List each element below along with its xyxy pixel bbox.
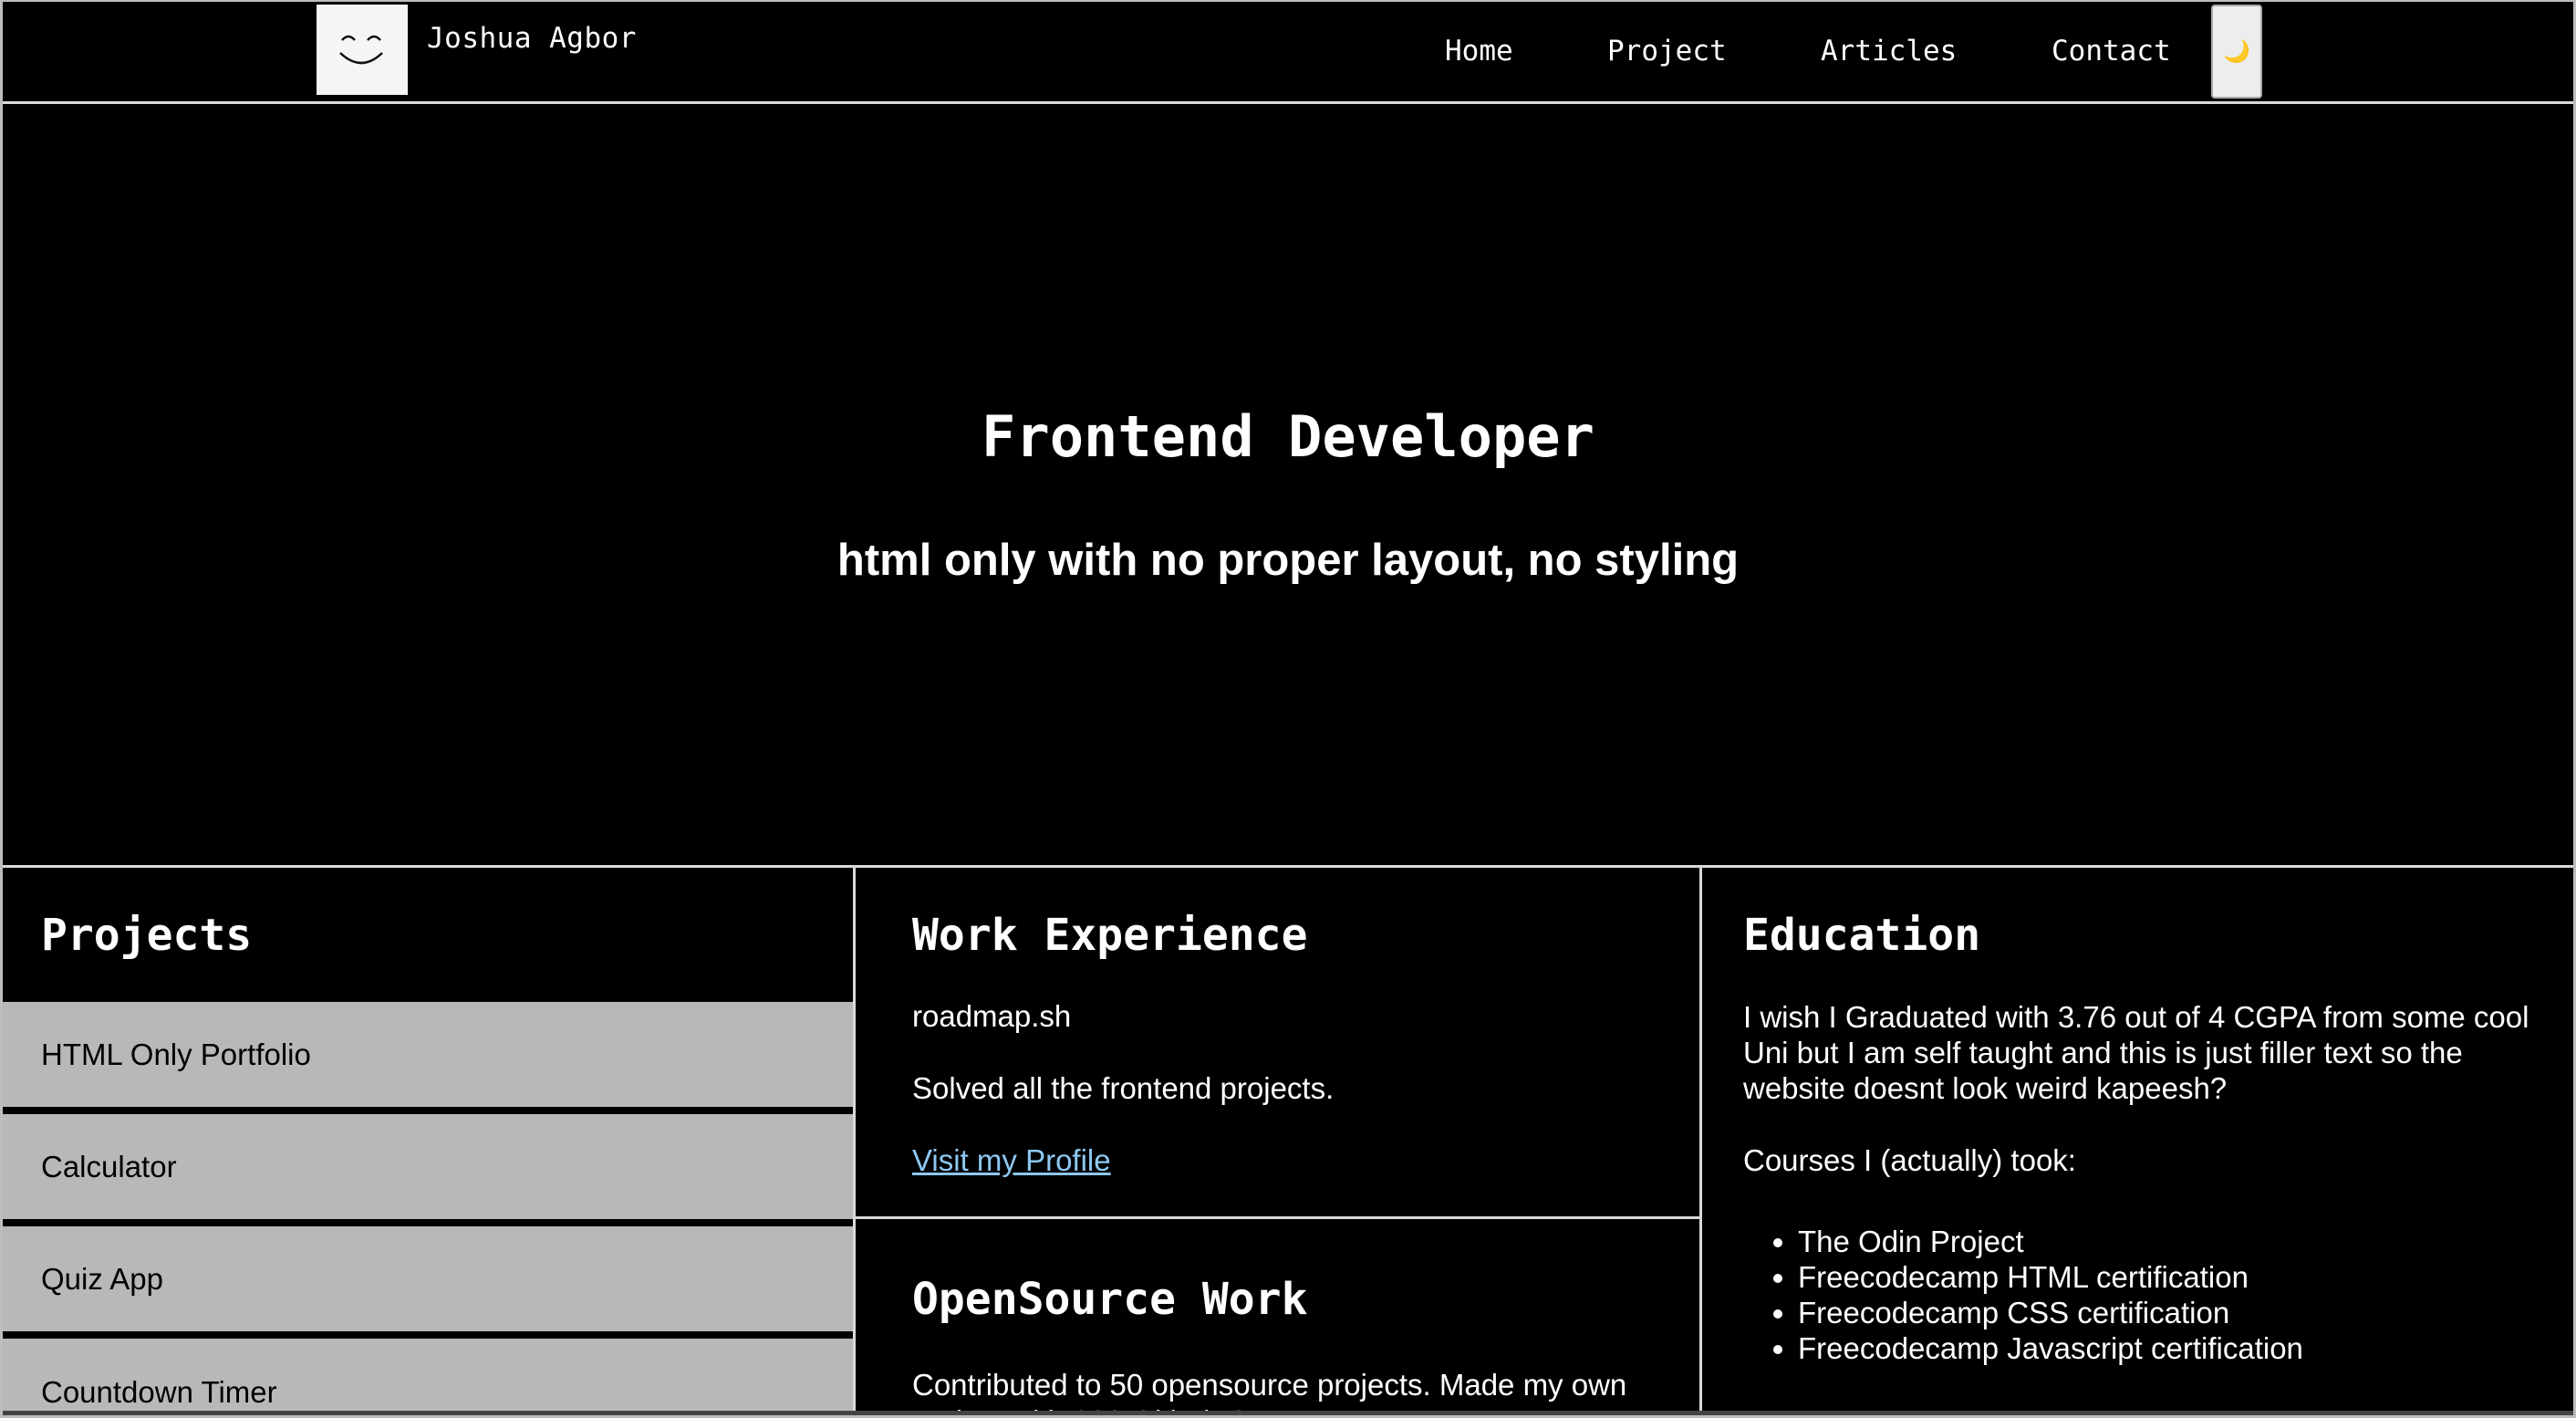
work-experience-section: Work Experience roadmap.sh Solved all th… [856, 868, 1699, 1219]
page: Joshua Agbor Home Project Articles Conta… [0, 0, 2576, 1418]
hero-section: Frontend Developer html only with no pro… [3, 104, 2573, 868]
project-item-countdown-timer[interactable]: Countdown Timer [3, 1339, 853, 1415]
smiley-face-icon [339, 35, 383, 64]
opensource-title: OpenSource Work [912, 1274, 1308, 1325]
course-item: The Odin Project [1798, 1224, 2303, 1259]
project-item-quiz-app[interactable]: Quiz App [3, 1226, 853, 1335]
hero-title: Frontend Developer [982, 403, 1594, 470]
nav-contact[interactable]: Contact [2051, 35, 2171, 68]
work-description: Solved all the frontend projects. [912, 1071, 1335, 1105]
projects-section: Projects HTML Only Portfolio Calculator … [3, 868, 856, 1415]
projects-title: Projects [41, 910, 253, 961]
hero-subtitle: html only with no proper layout, no styl… [836, 536, 1740, 585]
education-paragraph: I wish I Graduated with 3.76 out of 4 CG… [1743, 1000, 2529, 1105]
horizontal-scrollbar[interactable] [3, 1411, 2573, 1415]
nav-home[interactable]: Home [1445, 35, 1513, 68]
theme-toggle-button[interactable]: 🌙 [2211, 5, 2262, 99]
nav-project[interactable]: Project [1607, 35, 1727, 68]
work-experience-title: Work Experience [912, 910, 1308, 961]
education-title: Education [1743, 910, 1981, 961]
course-item: Freecodecamp CSS certification [1798, 1295, 2303, 1330]
education-section: Education I wish I Graduated with 3.76 o… [1702, 868, 2573, 1415]
project-item-calculator[interactable]: Calculator [3, 1114, 853, 1223]
projects-list: HTML Only Portfolio Calculator Quiz App … [3, 1002, 853, 1415]
course-item: Freecodecamp Javascript certification [1798, 1330, 2303, 1366]
visit-profile-link[interactable]: Visit my Profile [912, 1143, 1111, 1178]
logo[interactable] [317, 5, 408, 95]
brand-name[interactable]: Joshua Agbor [427, 22, 637, 55]
project-item-html-only-portfolio[interactable]: HTML Only Portfolio [3, 1002, 853, 1110]
crescent-moon-icon: 🌙 [2223, 39, 2250, 64]
course-item: Freecodecamp HTML certification [1798, 1259, 2303, 1295]
work-column: Work Experience roadmap.sh Solved all th… [856, 868, 1702, 1415]
work-company: roadmap.sh [912, 999, 1072, 1033]
courses-label: Courses I (actually) took: [1743, 1143, 2076, 1177]
nav-articles[interactable]: Articles [1821, 35, 1957, 68]
courses-list: The Odin Project Freecodecamp HTML certi… [1743, 1224, 2303, 1366]
site-header: Joshua Agbor Home Project Articles Conta… [3, 2, 2573, 104]
